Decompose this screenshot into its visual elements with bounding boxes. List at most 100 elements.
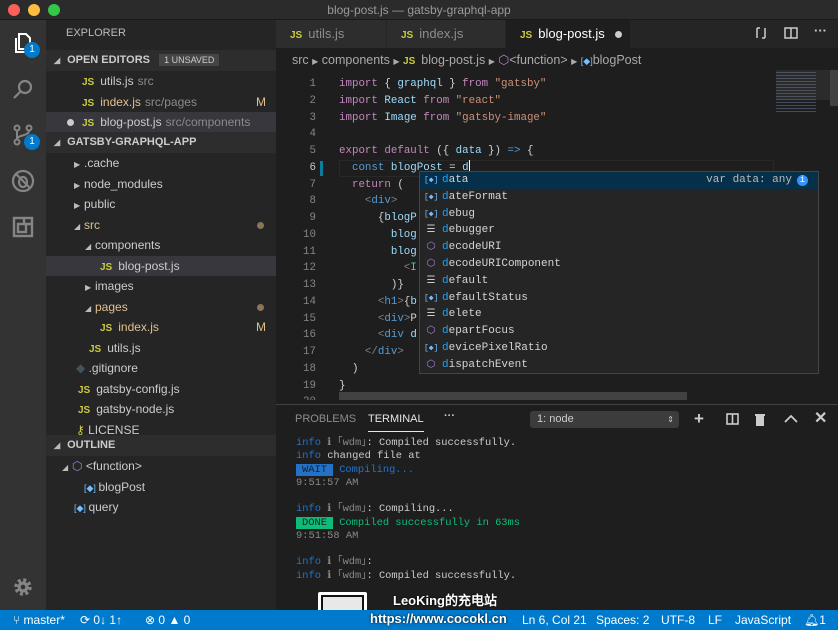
code-line[interactable]: import React from "react"	[339, 93, 501, 110]
tree-item[interactable]: ◢ pages	[46, 297, 276, 317]
open-editor-item[interactable]: JS index.js src/pages M	[46, 92, 276, 112]
open-editor-item[interactable]: JS utils.js src	[46, 71, 276, 91]
code-line[interactable]: import Image from "gatsby-image"	[339, 110, 546, 127]
code-line[interactable]: <I	[339, 260, 417, 277]
sync-status[interactable]: ⟳ 0↓ 1↑	[80, 613, 122, 627]
end-of-line[interactable]: LF	[708, 613, 722, 627]
notifications[interactable]: 🔔︎1	[804, 613, 826, 627]
more-actions-button[interactable]: ···	[814, 23, 827, 38]
cursor-position[interactable]: Ln 6, Col 21	[522, 613, 587, 627]
suggestion-item[interactable]: [◆] dateFormat	[420, 189, 818, 206]
code-line[interactable]: </div>	[339, 344, 404, 361]
tree-item[interactable]: JS utils.js	[46, 338, 276, 358]
breadcrumb-src[interactable]: src	[292, 53, 309, 67]
suggestion-item[interactable]: ⬡ departFocus	[420, 323, 818, 340]
tree-item-label: components	[95, 238, 161, 252]
source-control-button[interactable]: 1	[0, 112, 46, 158]
settings-button[interactable]	[0, 564, 46, 610]
tree-item[interactable]: JS blog-post.js	[46, 255, 276, 276]
problems-status[interactable]: ⊗ 0 ▲ 0	[145, 613, 190, 627]
explorer-button[interactable]: 1	[0, 20, 46, 66]
suggestion-item[interactable]: ☰ default	[420, 273, 818, 290]
new-terminal-button[interactable]: +	[694, 409, 704, 429]
tab-terminal[interactable]: TERMINAL	[368, 413, 424, 432]
encoding[interactable]: UTF-8	[661, 613, 695, 627]
terminal-token: info	[296, 503, 321, 516]
code-line[interactable]: <div>P	[339, 311, 417, 328]
suggestion-match: d	[442, 274, 449, 287]
horizontal-scrollbar[interactable]	[339, 392, 687, 400]
indentation[interactable]: Spaces: 2	[596, 613, 649, 627]
close-panel-button[interactable]: ✕	[814, 408, 827, 428]
maximize-panel-button[interactable]	[784, 413, 798, 427]
suggestion-item[interactable]: [◆] data var data: any i	[420, 172, 818, 189]
tree-item[interactable]: ◢ src	[46, 215, 276, 235]
tab-utils-js[interactable]: JS utils.js	[276, 20, 386, 48]
method-icon: ⬡	[426, 259, 436, 270]
tree-item[interactable]: JS gatsby-node.js	[46, 399, 276, 419]
breadcrumb-file[interactable]: blog-post.js	[421, 53, 485, 67]
suggestion-item[interactable]: ⬡ decodeURI	[420, 239, 818, 256]
open-changes-button[interactable]	[754, 26, 768, 43]
open-editors-header[interactable]: ◢ OPEN EDITORS 1 UNSAVED	[46, 50, 276, 71]
code-line[interactable]: )}	[339, 277, 404, 294]
tree-item[interactable]: JS gatsby-config.js	[46, 379, 276, 399]
tree-item[interactable]: ◢ components	[46, 235, 276, 255]
editor-scrollbar[interactable]	[830, 70, 838, 106]
code-line[interactable]: return (	[339, 177, 404, 194]
code-line[interactable]: blog	[339, 227, 417, 244]
info-icon[interactable]: i	[797, 175, 808, 186]
code-line[interactable]: blog	[339, 244, 417, 261]
suggestion-item[interactable]: ⬡ dispatchEvent	[420, 357, 818, 374]
warning-count: 0	[183, 613, 191, 627]
suggestion-item[interactable]: ☰ debugger	[420, 222, 818, 239]
keyword-icon: ☰	[426, 225, 436, 237]
outline-item[interactable]: [◆] blogPost	[46, 477, 276, 497]
modified-dot-icon	[257, 303, 264, 311]
more-panels-button[interactable]: ···	[444, 410, 455, 422]
outline-item[interactable]: [◆] query	[46, 497, 276, 517]
terminal-select[interactable]: 1: node ⇕	[530, 411, 679, 428]
tab-index-js[interactable]: JS index.js	[387, 20, 505, 48]
code-line[interactable]: {blogP	[339, 210, 417, 227]
search-button[interactable]	[0, 66, 46, 112]
editor-tabs: JS utils.js JS index.js JS blog-post.js ···	[276, 20, 838, 48]
tree-item[interactable]: ▶ images	[46, 276, 276, 296]
suggestion-item[interactable]: ☰ delete	[420, 306, 818, 323]
tree-item[interactable]: ▶ public	[46, 194, 276, 214]
code-line[interactable]: )	[339, 361, 359, 378]
tree-item[interactable]: ◆ .gitignore	[46, 358, 276, 378]
breadcrumb-function[interactable]: <function>	[509, 53, 567, 67]
tree-item[interactable]: JS index.js M	[46, 317, 276, 337]
breadcrumb-components[interactable]: components	[322, 53, 390, 67]
tree-item[interactable]: ▶ .cache	[46, 153, 276, 173]
suggestion-item[interactable]: ⬡ decodeURIComponent	[420, 256, 818, 273]
outline-header[interactable]: ◢ OUTLINE	[46, 435, 276, 456]
suggestion-item[interactable]: [◆] devicePixelRatio	[420, 340, 818, 357]
unsaved-dot-icon[interactable]	[67, 119, 74, 126]
language-mode[interactable]: JavaScript	[735, 613, 791, 627]
tab-problems[interactable]: PROBLEMS	[295, 413, 356, 425]
debug-button[interactable]	[0, 158, 46, 204]
branch-status[interactable]: ⑂ master*	[13, 613, 65, 627]
extensions-icon	[12, 216, 34, 238]
code-line[interactable]: import { graphql } from "gatsby"	[339, 76, 546, 93]
tab-blog-post-js[interactable]: JS blog-post.js	[506, 20, 630, 48]
tree-item[interactable]: ▶ node_modules	[46, 174, 276, 194]
unsaved-dot-icon[interactable]	[614, 31, 622, 38]
code-line[interactable]: export default ({ data }) => {	[339, 143, 533, 160]
suggestion-item[interactable]: [◆] defaultStatus	[420, 290, 818, 307]
open-editor-item[interactable]: JS blog-post.js src/components	[46, 112, 276, 132]
extensions-button[interactable]	[0, 204, 46, 250]
split-editor-button[interactable]	[784, 26, 798, 43]
kill-terminal-button[interactable]	[754, 412, 766, 429]
breadcrumb-variable[interactable]: blogPost	[593, 53, 642, 67]
code-line[interactable]: <div>	[339, 193, 397, 210]
suggestion-item[interactable]: [◆] debug	[420, 206, 818, 223]
code-line[interactable]: <div d	[339, 327, 417, 344]
split-terminal-button[interactable]	[726, 413, 739, 428]
outline-item[interactable]: ◢ ⬡ <function>	[46, 456, 276, 476]
code-line[interactable]: <h1>{b	[339, 294, 417, 311]
project-header[interactable]: ◢ GATSBY-GRAPHQL-APP	[46, 132, 276, 153]
